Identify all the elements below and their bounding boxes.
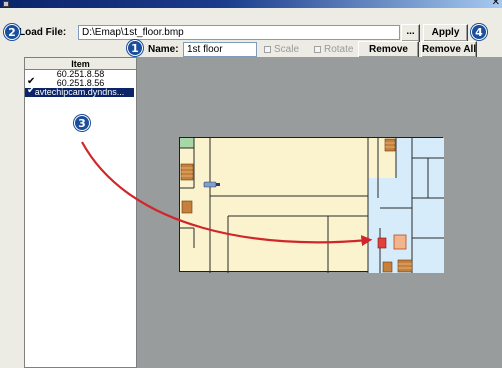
name-input[interactable]: 1st floor (183, 42, 257, 57)
list-item-selected[interactable]: ✔ avtechipcam.dyndns... (25, 85, 134, 97)
camera-icon (203, 181, 220, 188)
scale-checkbox[interactable]: Scale (264, 43, 299, 57)
load-file-label: Load File: (19, 27, 67, 38)
remove-button[interactable]: Remove (358, 41, 419, 58)
callout-3: 3 (74, 115, 90, 131)
rotate-label: Rotate (324, 44, 354, 55)
scale-label: Scale (274, 44, 300, 55)
callout-1: 1 (127, 40, 143, 56)
callout-4: 4 (471, 24, 487, 40)
checkbox-box (264, 46, 271, 53)
checkmark-icon: ✔ (27, 85, 36, 96)
emap-window: ✕ Load File: D:\Emap\1st_floor.bmp ... A… (0, 0, 502, 368)
floor-plan-image[interactable] (179, 137, 444, 273)
browse-button[interactable]: ... (401, 24, 420, 42)
remove-all-button[interactable]: Remove All (421, 41, 477, 58)
item-label: avtechipcam.dyndns... (34, 87, 125, 97)
name-label: Name: (148, 44, 179, 55)
app-icon (3, 1, 9, 7)
apply-button[interactable]: Apply (423, 24, 468, 42)
floor-plan-drawing (180, 138, 444, 273)
load-file-input[interactable]: D:\Emap\1st_floor.bmp (78, 25, 400, 40)
checkbox-box (314, 46, 321, 53)
title-bar: ✕ (0, 0, 502, 8)
close-icon[interactable]: ✕ (492, 0, 500, 9)
callout-2: 2 (4, 24, 20, 40)
rotate-checkbox[interactable]: Rotate (314, 43, 353, 57)
item-list: Item 60.251.8.58 ✔ 60.251.8.56 ✔ avtechi… (24, 57, 137, 368)
